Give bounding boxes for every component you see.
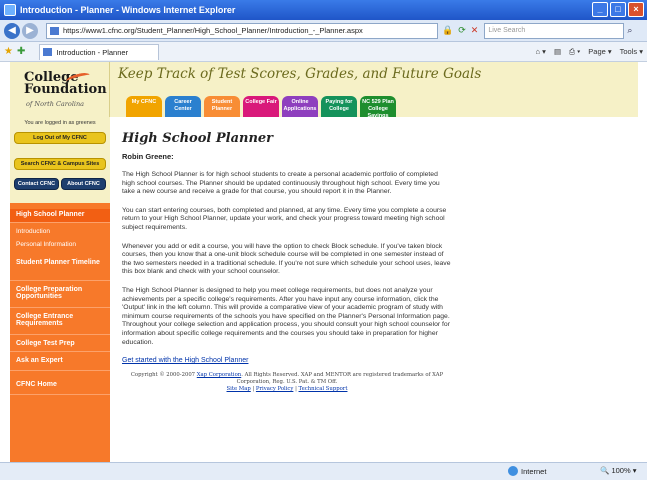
nav-tab-6[interactable]: NC 529 Plan College Savings [360,96,396,119]
sidebar-link-7[interactable]: Ask an Expert [10,355,110,371]
zoom-text: 100% [611,466,631,475]
tools-menu[interactable]: Tools ▾ [620,47,643,57]
footer: Copyright © 2000-2007 Xap Corporation. A… [130,372,444,393]
logo-subtitle: of North Carolina [26,100,85,108]
zoom-level[interactable]: 🔍 100% ▾ [600,466,636,475]
nav-tab-0[interactable]: My CFNC [126,96,162,117]
xap-link[interactable]: Xap Corporation [197,372,241,378]
account-panel: You are logged in as greenes Log Out of … [10,117,110,203]
status-bar: Internet 🔍 100% ▾ [0,462,647,480]
search-sites-button[interactable]: Search CFNC & Campus Sites [14,158,106,170]
paragraph-3: The High School Planner is designed to h… [122,286,450,346]
address-bar: ◀ ▶ https://www1.cfnc.org/Student_Planne… [0,20,647,42]
sidebar-link-0[interactable]: High School Planner [10,209,110,223]
intro-paragraphs: The High School Planner is for high scho… [122,171,638,347]
search-icon[interactable]: ⌕ [627,25,632,36]
contact-cfnc-button[interactable]: Contact CFNC [14,178,59,190]
about-cfnc-button[interactable]: About CFNC [61,178,106,190]
contact-about-row: Contact CFNC About CFNC [14,170,106,190]
sidebar-link-4[interactable]: College Preparation Opportunities [10,284,110,308]
tab-bar: ★ ✚ Introduction - Planner ⌂ ▾ ▤ ⎙ ▾ Pag… [0,42,647,62]
header-banner: Keep Track of Test Scores, Grades, and F… [110,62,638,119]
paragraph-2: Whenever you add or edit a course, you w… [122,242,451,276]
cfnc-logo[interactable]: College Foundation of North Carolina [10,62,110,117]
add-favorites-icon[interactable]: ✚ [17,46,25,57]
close-button[interactable]: × [628,2,644,17]
command-bar: ⌂ ▾ ▤ ⎙ ▾ Page ▾ Tools ▾ [536,47,643,57]
student-name: Robin Greene: [122,152,174,161]
window-titlebar: Introduction - Planner - Windows Interne… [0,0,647,20]
nav-tab-1[interactable]: Career Center [165,96,201,117]
sidebar-link-2[interactable]: Personal Information [10,239,110,249]
logo-text: College Foundation [24,71,107,97]
url-text: https://www1.cfnc.org/Student_Planner/Hi… [63,25,363,35]
tab-label: Introduction - Planner [56,47,129,57]
home-icon[interactable]: ⌂ ▾ [536,47,546,57]
zoom-icon: 🔍 [600,466,610,475]
paragraph-0: The High School Planner is for high scho… [122,171,440,196]
maximize-button[interactable]: □ [610,2,626,17]
sidebar-links: High School Planner Introduction Personal … [10,203,110,395]
window-title: Introduction - Planner - Windows Interne… [20,5,236,15]
logo-line2: Foundation [24,82,107,97]
lock-icon[interactable]: 🔒 [442,25,453,36]
nav-tab-4[interactable]: Online Applications [282,96,318,117]
page-title: High School Planner [122,131,274,146]
get-started-link[interactable]: Get started with the High School Planner [122,357,248,364]
sidebar: You are logged in as greenes Log Out of … [10,117,110,462]
favorites-star-icon[interactable]: ★ [4,46,13,57]
nav-tab-5[interactable]: Paying for College [321,96,357,117]
page-icon [50,26,59,35]
copyright-text: Copyright © 2000-2007 [130,372,197,379]
print-icon[interactable]: ⎙ ▾ [569,47,580,57]
search-input[interactable]: Live Search [484,22,625,39]
logout-button[interactable]: Log Out of My CFNC [14,132,106,144]
page-menu[interactable]: Page ▾ [588,47,611,57]
zone-label: Internet [521,466,547,476]
nav-tab-2[interactable]: Student Planner [204,96,240,117]
sidebar-link-1[interactable]: Introduction [10,226,110,236]
trademark-text: . All Rights Reserved. XAP and MENTOR ar… [236,372,444,386]
paragraph-1: You can start entering courses, both com… [122,206,447,231]
tagline: Keep Track of Test Scores, Grades, and F… [118,66,482,82]
privacy-policy-link[interactable]: Privacy Policy [256,386,293,392]
back-button[interactable]: ◀ [4,22,20,39]
refresh-icon[interactable]: ⟳ [458,25,466,36]
sidebar-link-8[interactable]: CFNC Home [10,379,110,395]
main-content: High School Planner Robin Greene: The Hi… [110,117,638,462]
ie-icon [4,4,16,16]
tab-introduction-planner[interactable]: Introduction - Planner [39,43,160,60]
globe-icon [508,466,518,476]
stop-icon[interactable]: ✕ [471,25,479,36]
forward-button[interactable]: ▶ [22,22,38,39]
main-nav-tabs: My CFNC Career Center Student Planner Colle… [126,96,396,119]
window-controls: _ □ × [592,2,644,17]
minimize-button[interactable]: _ [592,2,608,17]
technical-support-link[interactable]: Technical Support [299,386,348,392]
web-page: College Foundation of North Carolina Kee… [10,62,638,462]
nav-tab-3[interactable]: College Fair [243,96,279,117]
sidebar-link-6[interactable]: College Test Prep [10,338,110,352]
url-input[interactable]: https://www1.cfnc.org/Student_Planner/Hi… [46,22,438,39]
page-icon [43,47,53,56]
sidebar-link-5[interactable]: College Entrance Requirements [10,311,110,335]
sidebar-link-3[interactable]: Student Planner Timeline [10,257,110,281]
logged-in-text: You are logged in as greenes [24,120,96,126]
feeds-icon[interactable]: ▤ [554,47,561,57]
security-zone[interactable]: Internet [508,466,546,476]
address-icons: 🔒 ⟳ ✕ [442,25,478,36]
site-map-link[interactable]: Site Map [227,386,251,392]
